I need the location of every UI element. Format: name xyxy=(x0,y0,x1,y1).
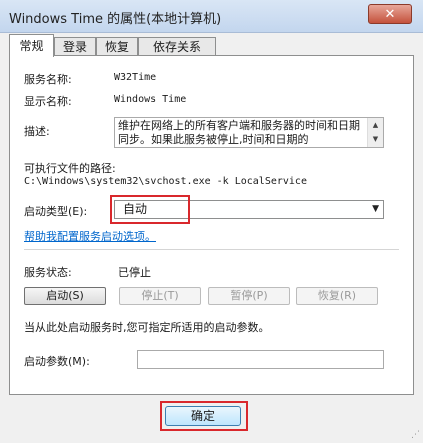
start-params-label: 启动参数(M): xyxy=(24,355,90,368)
description-label: 描述: xyxy=(24,125,50,138)
window-title: Windows Time 的属性(本地计算机) xyxy=(9,12,222,27)
service-name-value: W32Time xyxy=(114,72,157,83)
highlight-startup-box xyxy=(110,195,190,224)
description-scrollbar[interactable]: ▲ ▼ xyxy=(367,118,383,147)
chevron-down-icon[interactable]: ▼ xyxy=(372,201,379,218)
general-tab-panel: 服务名称: W32Time 显示名称: Windows Time 描述: 维护在… xyxy=(9,55,414,395)
description-box[interactable]: 维护在网络上的所有客户端和服务器的时间和日期同步。如果此服务被停止,时间和日期的… xyxy=(114,117,384,148)
properties-dialog: Windows Time 的属性(本地计算机) ✕ 常规 登录 恢复 依存关系 … xyxy=(0,0,423,443)
help-configure-link[interactable]: 帮助我配置服务启动选项。 xyxy=(24,228,156,244)
display-name-label: 显示名称: xyxy=(24,95,72,108)
divider xyxy=(24,249,399,250)
scroll-down-icon[interactable]: ▼ xyxy=(368,132,383,146)
tab-general[interactable]: 常规 xyxy=(9,34,54,57)
service-status-value: 已停止 xyxy=(118,266,151,279)
display-name-value: Windows Time xyxy=(114,94,187,105)
stop-button[interactable]: 停止(T) xyxy=(119,287,201,305)
service-status-label: 服务状态: xyxy=(24,266,72,279)
title-bar[interactable]: Windows Time 的属性(本地计算机) ✕ xyxy=(0,0,423,33)
service-name-label: 服务名称: xyxy=(24,73,72,86)
close-icon: ✕ xyxy=(384,7,396,22)
ok-button[interactable]: 确定 xyxy=(165,406,241,426)
description-text: 维护在网络上的所有客户端和服务器的时间和日期同步。如果此服务被停止,时间和日期的 xyxy=(118,119,360,146)
exe-path-value: C:\Windows\system32\svchost.exe -k Local… xyxy=(24,176,307,187)
exe-path-label: 可执行文件的路径: xyxy=(24,162,116,175)
start-params-input[interactable] xyxy=(137,350,384,369)
start-params-hint: 当从此处启动服务时,您可指定所适用的启动参数。 xyxy=(24,321,270,334)
tab-dependencies[interactable]: 依存关系 xyxy=(138,37,216,56)
startup-type-label: 启动类型(E): xyxy=(24,205,88,218)
scroll-up-icon[interactable]: ▲ xyxy=(368,118,383,132)
pause-button[interactable]: 暂停(P) xyxy=(208,287,290,305)
close-button[interactable]: ✕ xyxy=(368,4,412,24)
tab-recovery[interactable]: 恢复 xyxy=(96,37,138,56)
resume-button[interactable]: 恢复(R) xyxy=(296,287,378,305)
tab-logon[interactable]: 登录 xyxy=(54,37,96,56)
start-button[interactable]: 启动(S) xyxy=(24,287,106,305)
resize-grip-icon[interactable]: ⋰ xyxy=(411,430,420,440)
